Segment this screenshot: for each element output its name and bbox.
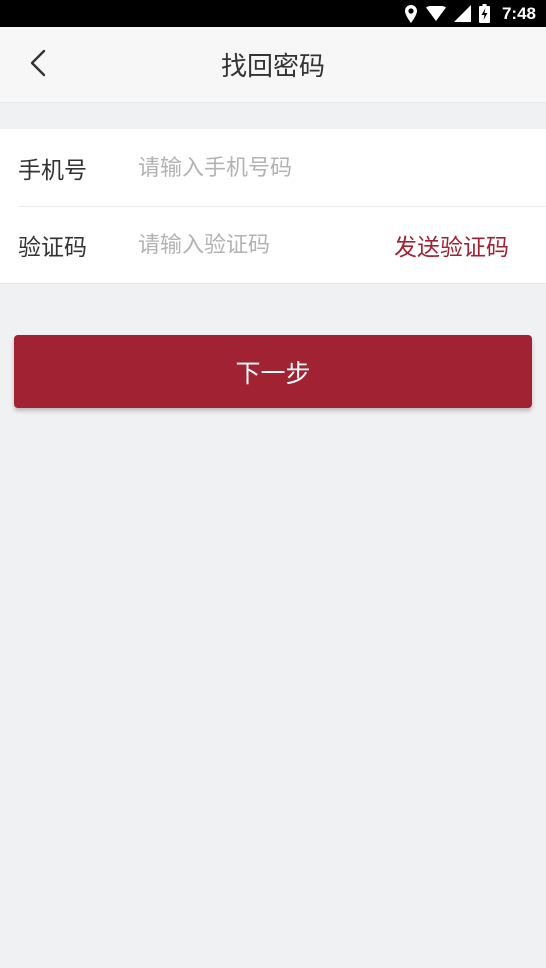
chevron-left-icon <box>30 49 46 81</box>
verification-code-input[interactable] <box>138 225 368 265</box>
reset-password-form: 手机号 验证码 发送验证码 <box>0 129 546 284</box>
phone-row: 手机号 <box>0 129 546 206</box>
wifi-icon <box>425 6 446 21</box>
code-row: 验证码 发送验证码 <box>0 206 546 283</box>
next-button[interactable]: 下一步 <box>14 335 532 408</box>
phone-label: 手机号 <box>18 157 87 184</box>
back-button[interactable] <box>16 41 60 89</box>
status-time: 7:48 <box>501 3 536 23</box>
status-icons: 7:48 <box>404 0 536 27</box>
status-bar: 7:48 <box>0 0 546 27</box>
page-title: 找回密码 <box>220 52 325 82</box>
code-label: 验证码 <box>18 234 87 261</box>
battery-charging-icon <box>478 4 490 23</box>
location-icon <box>404 4 418 23</box>
nav-bar: 找回密码 <box>0 27 546 103</box>
send-code-button[interactable]: 发送验证码 <box>394 206 509 283</box>
signal-icon <box>453 5 471 22</box>
phone-input[interactable] <box>138 148 518 188</box>
